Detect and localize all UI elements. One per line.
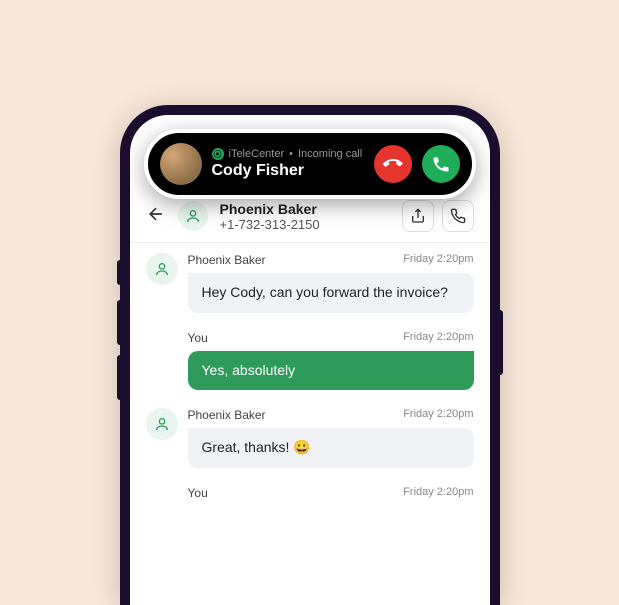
app-logo-icon: ⦿ bbox=[212, 148, 224, 160]
call-info: ⦿ iTeleCenter • Incoming call Cody Fishe… bbox=[212, 148, 364, 180]
phone-accept-icon bbox=[431, 154, 451, 174]
message-group: You Friday 2:20pm bbox=[146, 486, 474, 506]
call-status: Incoming call bbox=[298, 148, 362, 160]
caller-avatar bbox=[160, 143, 202, 185]
message-sender: Phoenix Baker bbox=[188, 253, 266, 267]
share-button[interactable] bbox=[402, 200, 434, 232]
contact-avatar bbox=[178, 201, 208, 231]
message-bubble: Hey Cody, can you forward the invoice? bbox=[188, 273, 474, 313]
message-bubble: Great, thanks! 😀 bbox=[188, 428, 474, 468]
phone-side-button bbox=[500, 310, 503, 375]
user-icon bbox=[154, 416, 170, 432]
call-button[interactable] bbox=[442, 200, 474, 232]
back-button[interactable] bbox=[146, 204, 166, 229]
chat-messages: Phoenix Baker Friday 2:20pm Hey Cody, ca… bbox=[130, 243, 490, 534]
caller-name: Cody Fisher bbox=[212, 162, 364, 180]
separator-dot: • bbox=[289, 148, 293, 160]
message-time: Friday 2:20pm bbox=[403, 408, 473, 422]
message-time: Friday 2:20pm bbox=[403, 331, 473, 345]
arrow-left-icon bbox=[146, 204, 166, 224]
accept-call-button[interactable] bbox=[422, 145, 460, 183]
phone-screen: ⦿ iTeleCenter • Incoming call Cody Fishe… bbox=[130, 115, 490, 605]
message-group: You Friday 2:20pm Yes, absolutely bbox=[146, 331, 474, 391]
message-avatar bbox=[146, 253, 178, 285]
decline-call-button[interactable] bbox=[374, 145, 412, 183]
message-sender: You bbox=[188, 331, 208, 345]
message-sender: You bbox=[188, 486, 208, 500]
contact-phone: +1-732-313-2150 bbox=[220, 217, 390, 232]
phone-frame: ⦿ iTeleCenter • Incoming call Cody Fishe… bbox=[120, 105, 500, 605]
contact-name: Phoenix Baker bbox=[220, 201, 390, 217]
message-bubble: Yes, absolutely bbox=[188, 351, 474, 391]
user-icon bbox=[185, 208, 201, 224]
share-icon bbox=[410, 208, 426, 224]
user-icon bbox=[154, 261, 170, 277]
message-group: Phoenix Baker Friday 2:20pm Great, thank… bbox=[146, 408, 474, 468]
message-sender: Phoenix Baker bbox=[188, 408, 266, 422]
incoming-call-banner: ⦿ iTeleCenter • Incoming call Cody Fishe… bbox=[144, 129, 476, 199]
message-time: Friday 2:20pm bbox=[403, 253, 473, 267]
message-group: Phoenix Baker Friday 2:20pm Hey Cody, ca… bbox=[146, 253, 474, 313]
phone-decline-icon bbox=[378, 150, 406, 178]
phone-icon bbox=[450, 208, 466, 224]
message-avatar bbox=[146, 408, 178, 440]
contact-info: Phoenix Baker +1-732-313-2150 bbox=[220, 201, 390, 232]
app-name: iTeleCenter bbox=[229, 148, 285, 160]
message-time: Friday 2:20pm bbox=[403, 486, 473, 500]
